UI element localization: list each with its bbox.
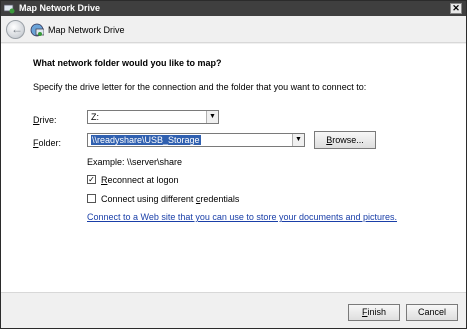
web-storage-link[interactable]: Connect to a Web site that you can use t… (87, 212, 397, 222)
folder-value: \\readyshare\USB_Storage (91, 135, 201, 145)
example-text: Example: \\server\share (87, 157, 183, 167)
header-bar: ← Map Network Drive (1, 16, 466, 43)
chevron-down-icon[interactable]: ▼ (292, 134, 304, 146)
drive-label: Drive: (33, 115, 57, 125)
window-title: Map Network Drive (19, 3, 101, 13)
drive-value: Z: (91, 112, 99, 122)
wizard-title: Map Network Drive (48, 25, 125, 35)
different-credentials-option[interactable]: Connect using different credentials (87, 194, 239, 204)
back-button[interactable]: ← (6, 20, 25, 39)
title-bar[interactable]: Map Network Drive ✕ (1, 1, 466, 16)
network-drive-icon (30, 23, 44, 37)
cancel-button[interactable]: Cancel (406, 304, 458, 321)
credentials-checkbox[interactable] (87, 194, 96, 204)
drive-select[interactable]: Z: ▼ (87, 110, 219, 124)
browse-button[interactable]: Browse... (314, 131, 376, 149)
folder-label: Folder: (33, 138, 62, 148)
instructions-text: Specify the drive letter for the connect… (33, 82, 367, 92)
map-network-drive-window: Map Network Drive ✕ ← Map Network Drive … (0, 0, 467, 329)
wizard-content: What network folder would you like to ma… (1, 44, 466, 292)
page-heading: What network folder would you like to ma… (33, 58, 222, 68)
reconnect-checkbox[interactable]: ✓ (87, 175, 96, 185)
close-button[interactable]: ✕ (450, 3, 462, 14)
chevron-down-icon[interactable]: ▼ (206, 111, 218, 123)
footer-bar: Finish Cancel (1, 292, 466, 328)
finish-button[interactable]: Finish (348, 304, 400, 321)
back-arrow-icon: ← (11, 22, 23, 36)
reconnect-option[interactable]: ✓ Reconnect at logon (87, 175, 179, 185)
network-drive-icon (4, 4, 15, 14)
folder-combobox[interactable]: \\readyshare\USB_Storage ▼ (87, 133, 305, 147)
